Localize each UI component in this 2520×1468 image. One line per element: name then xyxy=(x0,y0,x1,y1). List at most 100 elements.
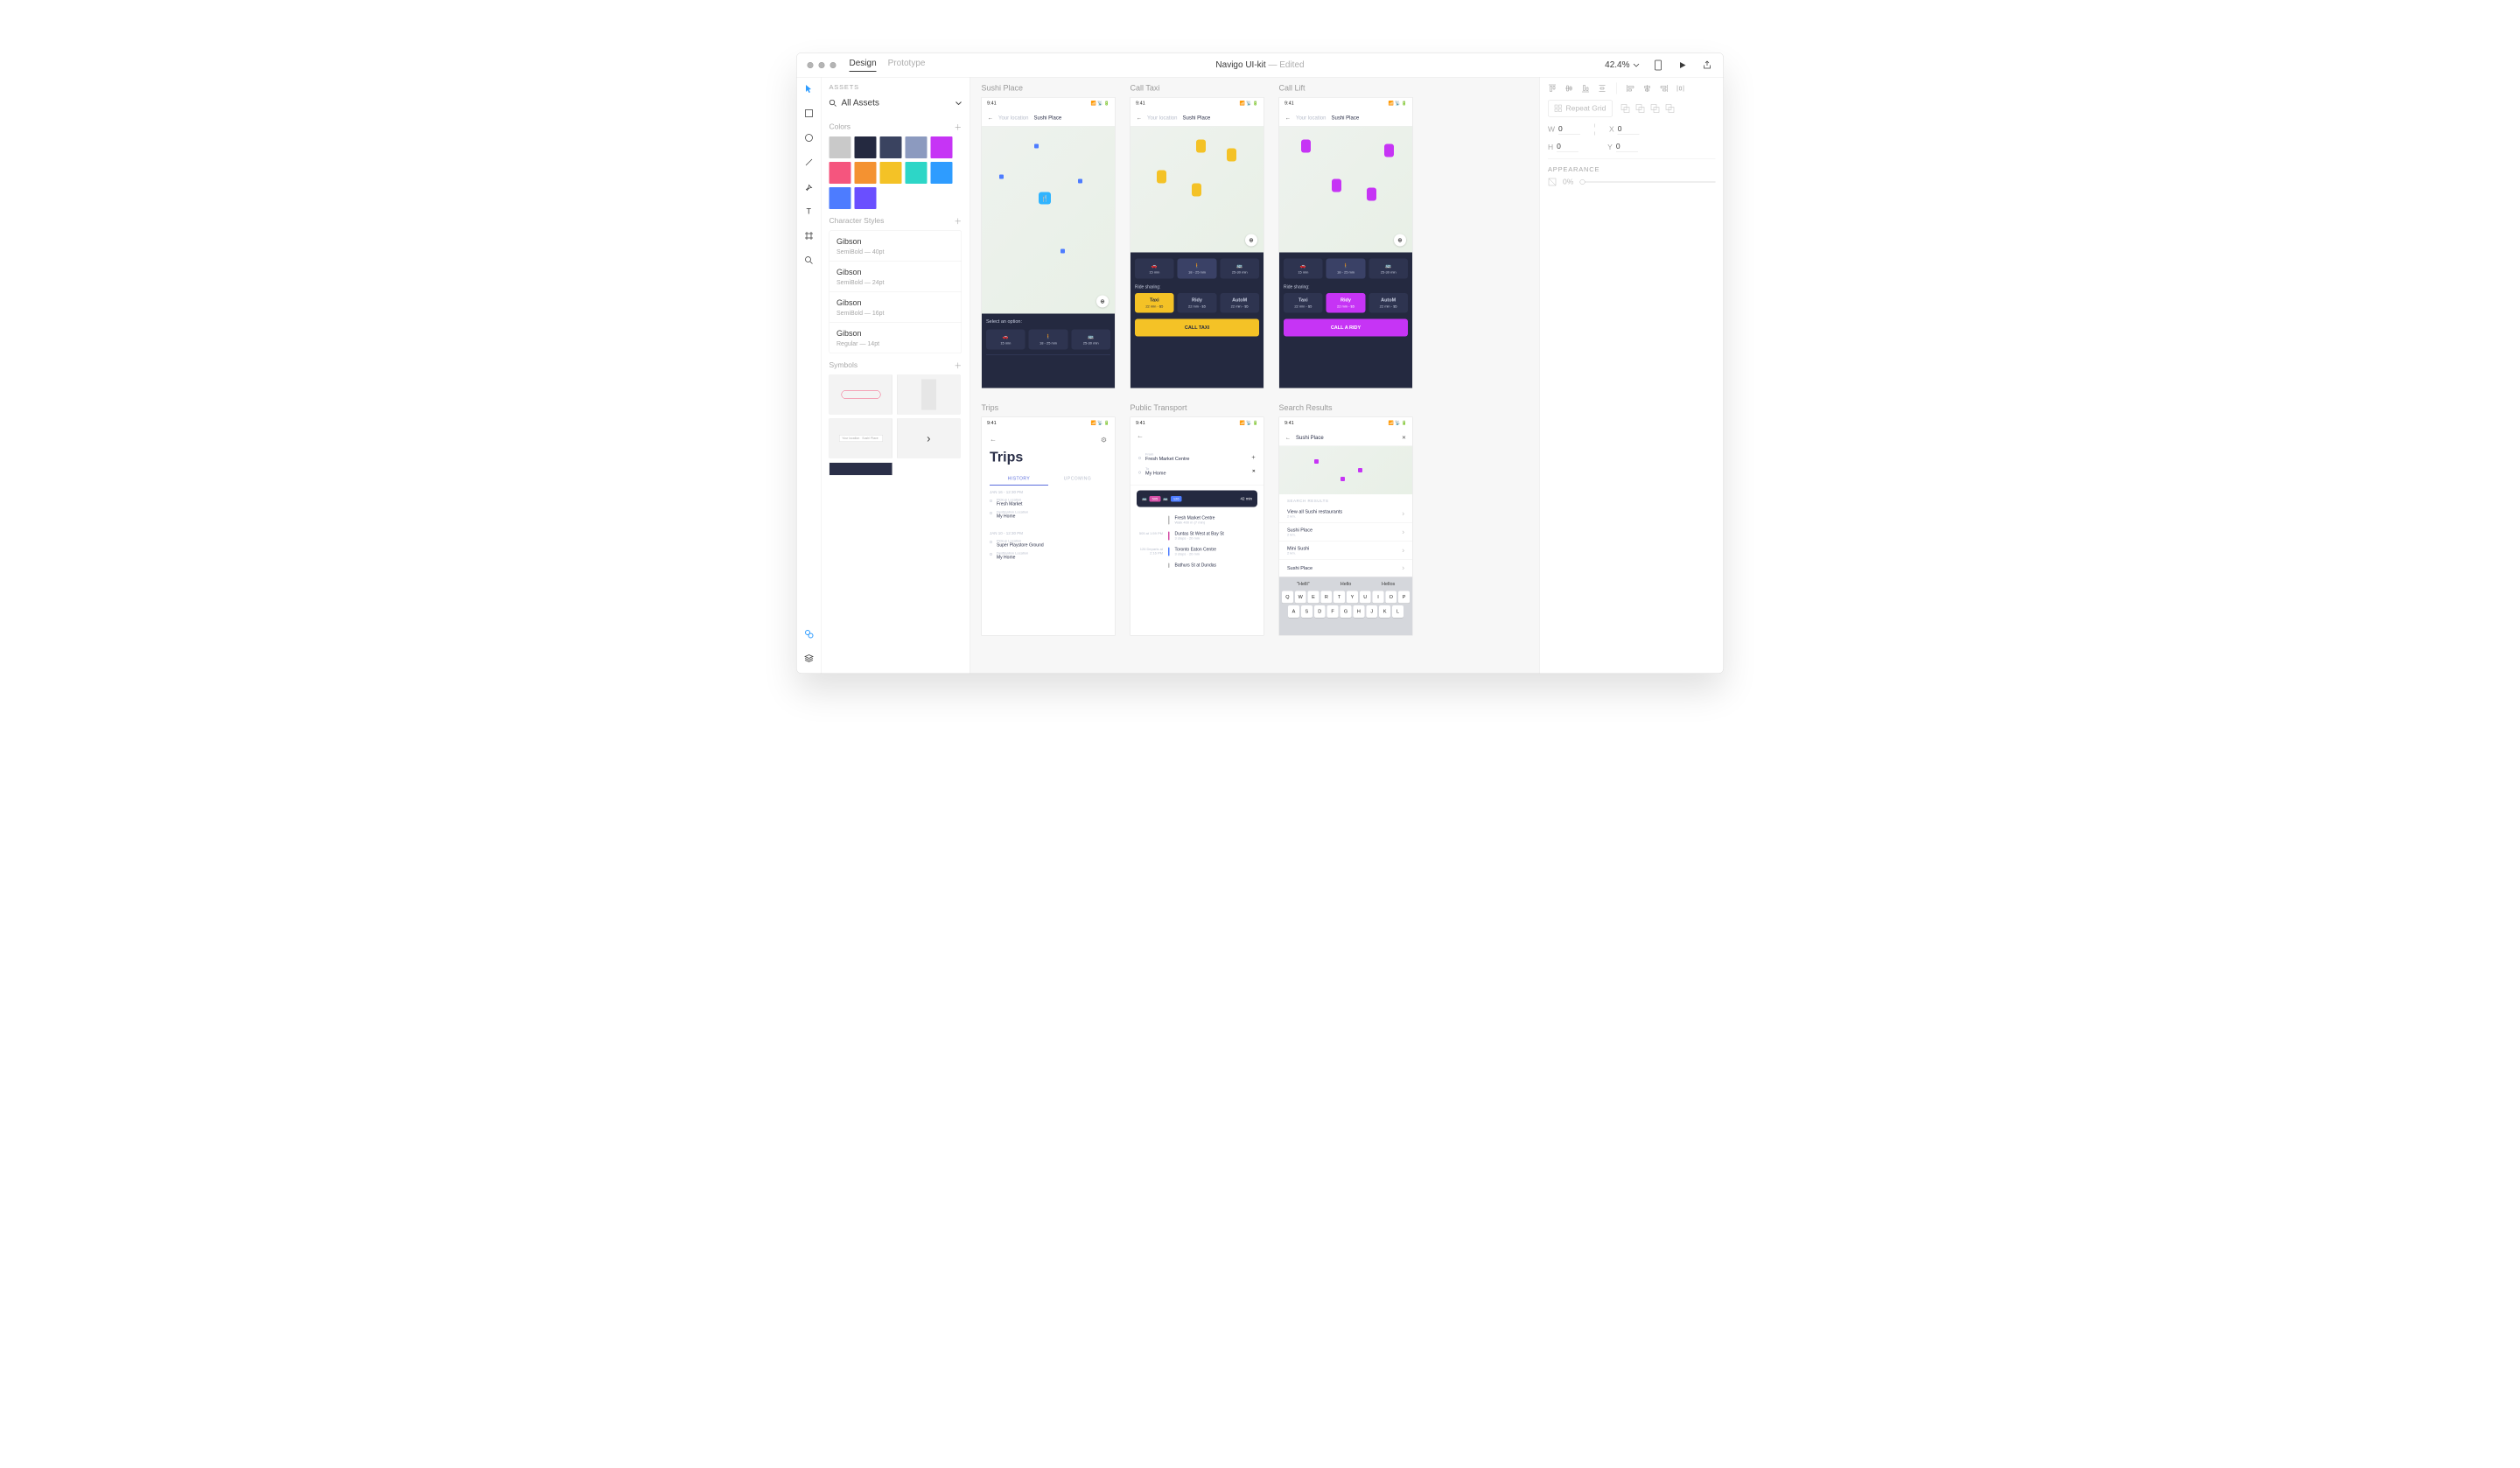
search-result[interactable]: Sushi Place2 km.› xyxy=(1279,523,1412,542)
key[interactable]: O xyxy=(1385,591,1396,604)
plus-icon[interactable]: ＋ xyxy=(955,215,962,227)
trip-item[interactable]: JAN 16 - 12:30 PMPickup LocationFresh Ma… xyxy=(982,486,1115,527)
colors-header[interactable]: Colors ＋ xyxy=(830,122,962,133)
symbol-thumb[interactable]: › xyxy=(897,419,961,458)
option-card[interactable]: 🚶18 - 25 min xyxy=(1326,259,1366,279)
locate-button[interactable]: ⊕ xyxy=(1394,234,1406,247)
key[interactable]: Q xyxy=(1282,591,1293,604)
line-tool[interactable] xyxy=(802,157,815,169)
charstyles-header[interactable]: Character Styles ＋ xyxy=(830,215,962,227)
key[interactable]: Y xyxy=(1347,591,1358,604)
device-preview-icon[interactable] xyxy=(1653,59,1664,71)
canvas[interactable]: Sushi Place 9:41📶 📡 🔋 ←Your locationSush… xyxy=(970,78,1540,674)
align-vcenter-icon[interactable] xyxy=(1564,84,1573,93)
color-swatch[interactable] xyxy=(931,162,953,184)
option-card[interactable]: 🚶18 - 25 min xyxy=(1178,259,1217,279)
assets-icon[interactable] xyxy=(802,628,815,640)
char-style-item[interactable]: GibsonSemiBold — 24pt xyxy=(830,262,962,292)
key[interactable]: S xyxy=(1301,605,1312,618)
symbol-thumb[interactable] xyxy=(830,463,893,476)
option-card[interactable]: 🚌25-30 min xyxy=(1368,259,1408,279)
share-icon[interactable] xyxy=(1702,59,1713,71)
key[interactable]: W xyxy=(1295,591,1306,604)
color-swatch[interactable] xyxy=(855,187,877,209)
locate-button[interactable]: ⊕ xyxy=(1245,234,1257,247)
option-card[interactable]: 🚗15 min xyxy=(1284,259,1323,279)
distribute-h-icon[interactable] xyxy=(1676,84,1685,93)
link-icon[interactable] xyxy=(1592,123,1597,136)
option-card[interactable]: 🚗15 min xyxy=(986,330,1026,350)
char-style-item[interactable]: GibsonSemiBold — 16pt xyxy=(830,292,962,323)
artboard-trips[interactable]: Trips 9:41📶 📡 🔋 ←⚙ Trips HISTORY UPCOMIN… xyxy=(982,403,1116,636)
zoom-control[interactable]: 42.4% xyxy=(1605,60,1639,71)
color-swatch[interactable] xyxy=(880,136,902,158)
rectangle-tool[interactable] xyxy=(802,108,815,120)
key[interactable]: K xyxy=(1379,605,1390,618)
color-swatch[interactable] xyxy=(906,136,928,158)
artboard-search[interactable]: Search Results 9:41📶 📡 🔋 ←Sushi Place✕ S… xyxy=(1279,403,1413,636)
plus-icon[interactable]: ＋ xyxy=(955,122,962,133)
text-tool[interactable]: T xyxy=(802,206,815,218)
zoom-tool[interactable] xyxy=(802,255,815,267)
locate-button[interactable]: ⊕ xyxy=(1096,296,1109,308)
align-left-icon[interactable] xyxy=(1627,84,1635,93)
key[interactable]: T xyxy=(1334,591,1345,604)
ellipse-tool[interactable] xyxy=(802,132,815,144)
symbol-thumb[interactable] xyxy=(830,375,893,415)
repeat-grid-button[interactable]: Repeat Grid xyxy=(1548,101,1613,117)
call-taxi-button[interactable]: CALL TAXI xyxy=(1135,319,1259,337)
align-controls[interactable] xyxy=(1548,83,1716,94)
opacity-value[interactable]: 0% xyxy=(1563,178,1573,186)
option-card[interactable]: Ridy22 min - $5 xyxy=(1178,293,1217,313)
y-input[interactable]: 0 xyxy=(1616,143,1638,153)
boolean-ops[interactable] xyxy=(1620,104,1675,114)
key[interactable]: F xyxy=(1327,605,1339,618)
key[interactable]: G xyxy=(1340,605,1352,618)
tab-prototype[interactable]: Prototype xyxy=(888,59,926,73)
key[interactable]: D xyxy=(1314,605,1326,618)
keyboard[interactable]: "Helli"HelloHellos QWERTYUIOP ASDFGHJKL xyxy=(1279,577,1412,636)
tab-design[interactable]: Design xyxy=(850,59,877,73)
symbols-header[interactable]: Symbols ＋ xyxy=(830,360,962,371)
pen-tool[interactable] xyxy=(802,181,815,193)
symbol-thumb[interactable] xyxy=(897,375,961,415)
color-swatch[interactable] xyxy=(931,136,953,158)
play-icon[interactable] xyxy=(1677,59,1689,71)
key[interactable]: A xyxy=(1288,605,1299,618)
artboard-tool[interactable] xyxy=(802,230,815,242)
option-card[interactable]: Taxi22 min - $5 xyxy=(1284,293,1323,313)
tab-upcoming[interactable]: UPCOMING xyxy=(1048,473,1107,486)
minimize-dot[interactable] xyxy=(819,62,825,68)
artboard-transport[interactable]: Public Transport 9:41📶 📡 🔋 ← FromFresh M… xyxy=(1130,403,1264,636)
char-style-item[interactable]: GibsonRegular — 14pt xyxy=(830,323,962,353)
option-card[interactable]: AutoM22 min - $5 xyxy=(1220,293,1259,313)
x-input[interactable]: 0 xyxy=(1618,124,1640,135)
color-swatch[interactable] xyxy=(906,162,928,184)
maximize-dot[interactable] xyxy=(830,62,836,68)
option-card[interactable]: 🚌25-30 min xyxy=(1220,259,1259,279)
option-card[interactable]: 🚌25-30 min xyxy=(1071,330,1110,350)
artboard-lift[interactable]: Call Lift 9:41📶 📡 🔋 ←Your locationSushi … xyxy=(1279,84,1413,389)
close-dot[interactable] xyxy=(808,62,814,68)
color-swatch[interactable] xyxy=(855,162,877,184)
key[interactable]: L xyxy=(1392,605,1404,618)
option-card[interactable]: 🚶18 - 25 min xyxy=(1029,330,1068,350)
artboard-taxi[interactable]: Call Taxi 9:41📶 📡 🔋 ←Your locationSushi … xyxy=(1130,84,1264,389)
option-card[interactable]: Taxi22 min - $5 xyxy=(1135,293,1174,313)
key[interactable]: U xyxy=(1360,591,1371,604)
call-ridy-button[interactable]: CALL A RIDY xyxy=(1284,319,1408,337)
key[interactable]: P xyxy=(1398,591,1410,604)
artboard-sushi[interactable]: Sushi Place 9:41📶 📡 🔋 ←Your locationSush… xyxy=(982,84,1116,389)
align-bottom-icon[interactable] xyxy=(1581,84,1590,93)
align-top-icon[interactable] xyxy=(1548,84,1557,93)
color-swatch[interactable] xyxy=(830,162,851,184)
search-result[interactable]: Sushi Place› xyxy=(1279,560,1412,577)
key[interactable]: H xyxy=(1353,605,1364,618)
color-swatch[interactable] xyxy=(855,136,877,158)
key[interactable]: R xyxy=(1320,591,1332,604)
opacity-slider[interactable] xyxy=(1579,182,1715,183)
select-tool[interactable] xyxy=(802,83,815,95)
char-style-item[interactable]: GibsonSemiBold — 40pt xyxy=(830,231,962,262)
trip-item[interactable]: JAN 10 - 12:30 PMPickup LocationSuper Pl… xyxy=(982,527,1115,568)
asset-filter[interactable]: All Assets xyxy=(830,95,962,115)
